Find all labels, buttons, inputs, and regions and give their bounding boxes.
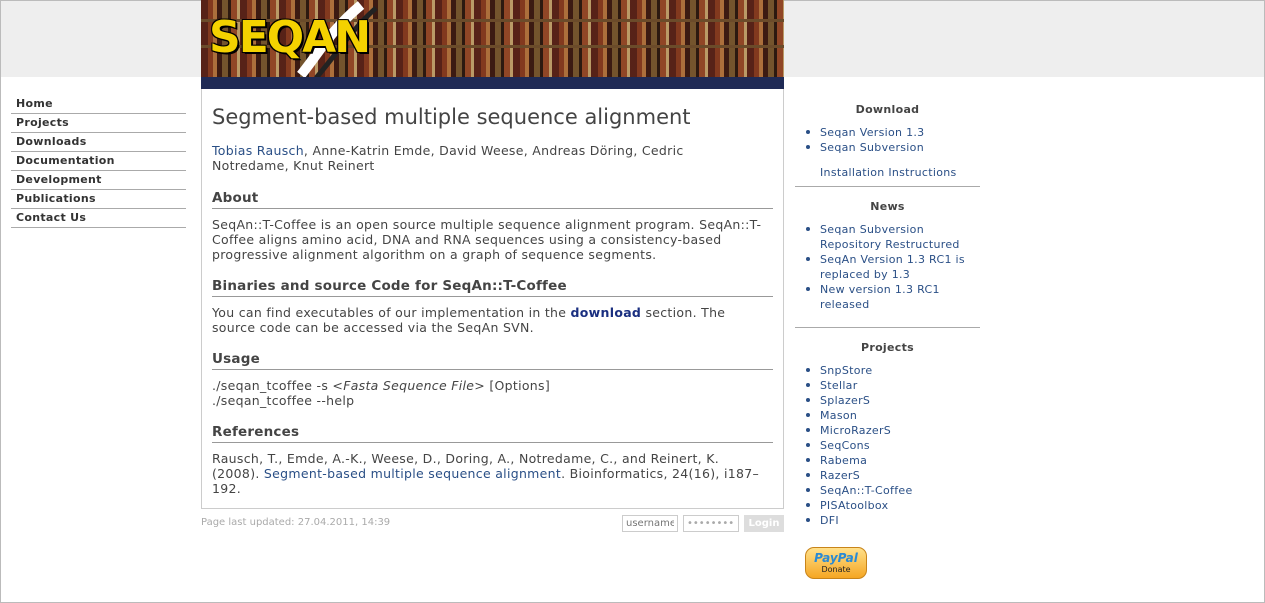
list-item: SnpStore xyxy=(795,363,980,378)
page-title: Segment-based multiple sequence alignmen… xyxy=(212,105,691,129)
reference-text: Rausch, T., Emde, A.-K., Weese, D., Dori… xyxy=(212,451,767,496)
download-link-item[interactable]: Seqan Subversion xyxy=(820,141,924,154)
binaries-heading: Binaries and source Code for SeqAn::T-Co… xyxy=(212,278,773,297)
news-heading: News xyxy=(870,200,905,213)
paypal-logo-pay: Pay xyxy=(814,551,838,565)
list-item: Seqan Subversion Repository Restructured xyxy=(795,222,980,252)
list-item: SeqAn Version 1.3 RC1 is replaced by 1.3 xyxy=(795,252,980,282)
project-link[interactable]: Stellar xyxy=(820,379,858,392)
list-item: MicroRazerS xyxy=(795,423,980,438)
nav-contact-us[interactable]: Contact Us xyxy=(11,209,186,228)
binaries-text: You can find executables of our implemen… xyxy=(212,305,767,335)
news-link[interactable]: SeqAn Version 1.3 RC1 is replaced by 1.3 xyxy=(820,253,965,281)
projects-list: SnpStore Stellar SplazerS Mason MicroRaz… xyxy=(795,363,980,528)
project-link[interactable]: Mason xyxy=(820,409,857,422)
donate-label: Donate xyxy=(821,565,851,574)
list-item: DFI xyxy=(795,513,980,528)
project-link[interactable]: MicroRazerS xyxy=(820,424,891,437)
login-button[interactable]: Login xyxy=(744,515,784,532)
about-heading: About xyxy=(212,190,773,209)
paypal-logo: PayPal xyxy=(806,551,866,565)
projects-heading: Projects xyxy=(860,341,914,354)
nav-projects[interactable]: Projects xyxy=(11,114,186,133)
list-item: PISAtoolbox xyxy=(795,498,980,513)
username-input[interactable] xyxy=(622,515,678,532)
right-sidebar: Download Seqan Version 1.3 Seqan Subvers… xyxy=(795,95,980,528)
usage-arg: Fasta Sequence File xyxy=(343,378,475,393)
download-link[interactable]: download xyxy=(571,305,642,320)
reference-link[interactable]: Segment-based multiple sequence alignmen… xyxy=(264,466,561,481)
nav-downloads[interactable]: Downloads xyxy=(11,133,186,152)
list-item: New version 1.3 RC1 released xyxy=(795,282,980,312)
nav-home[interactable]: Home xyxy=(11,95,186,114)
references-heading: References xyxy=(212,424,773,443)
project-link[interactable]: SeqAn::T-Coffee xyxy=(820,484,913,497)
list-item: Seqan Version 1.3 xyxy=(795,125,980,140)
list-item: SplazerS xyxy=(795,393,980,408)
usage-line-2: ./seqan_tcoffee --help xyxy=(212,393,355,408)
usage-options: > [Options] xyxy=(474,378,550,393)
news-link[interactable]: New version 1.3 RC1 released xyxy=(820,283,940,311)
authors: Tobias Rausch, Anne-Katrin Emde, David W… xyxy=(212,143,732,173)
project-link[interactable]: DFI xyxy=(820,514,839,527)
list-item: SeqAn::T-Coffee xyxy=(795,483,980,498)
main-nav: Home Projects Downloads Documentation De… xyxy=(11,95,186,228)
project-link[interactable]: SeqCons xyxy=(820,439,870,452)
install-link[interactable]: Installation Instructions xyxy=(820,166,957,179)
project-link[interactable]: RazerS xyxy=(820,469,860,482)
list-item: SeqCons xyxy=(795,438,980,453)
last-updated: Page last updated: 27.04.2011, 14:39 xyxy=(201,517,391,528)
install-item: Installation Instructions xyxy=(795,165,980,180)
list-item: Rabema xyxy=(795,453,980,468)
banner-bar xyxy=(201,77,784,89)
site-banner[interactable]: SEQAN xyxy=(201,0,784,89)
news-list: Seqan Subversion Repository Restructured… xyxy=(795,222,980,312)
nav-development[interactable]: Development xyxy=(11,171,186,190)
download-link-item[interactable]: Seqan Version 1.3 xyxy=(820,126,924,139)
news-link[interactable]: Seqan Subversion Repository Restructured xyxy=(820,223,960,251)
project-link[interactable]: SnpStore xyxy=(820,364,872,377)
download-heading: Download xyxy=(855,103,920,116)
project-link[interactable]: PISAtoolbox xyxy=(820,499,888,512)
usage-line-1: ./seqan_tcoffee -s <Fasta Sequence File>… xyxy=(212,378,767,393)
project-link[interactable]: SplazerS xyxy=(820,394,870,407)
list-item: RazerS xyxy=(795,468,980,483)
about-text: SeqAn::T-Coffee is an open source multip… xyxy=(212,217,762,262)
usage-text: ./seqan_tcoffee -s <Fasta Sequence File>… xyxy=(212,378,767,408)
nav-publications[interactable]: Publications xyxy=(11,190,186,209)
nav-documentation[interactable]: Documentation xyxy=(11,152,186,171)
binaries-text-pre: You can find executables of our implemen… xyxy=(212,305,571,320)
project-link[interactable]: Rabema xyxy=(820,454,867,467)
paypal-donate-button[interactable]: PayPal Donate xyxy=(805,547,867,579)
seqan-logo: SEQAN xyxy=(209,12,371,63)
paypal-logo-pal: Pal xyxy=(837,551,858,565)
list-item: Stellar xyxy=(795,378,980,393)
list-item: Mason xyxy=(795,408,980,423)
usage-cmd: ./seqan_tcoffee -s < xyxy=(212,378,344,393)
main-content: Segment-based multiple sequence alignmen… xyxy=(201,89,784,509)
download-list: Seqan Version 1.3 Seqan Subversion xyxy=(795,125,980,155)
author-link[interactable]: Tobias Rausch xyxy=(212,143,304,158)
password-input[interactable] xyxy=(683,515,739,532)
usage-heading: Usage xyxy=(212,351,773,370)
list-item: Seqan Subversion xyxy=(795,140,980,155)
